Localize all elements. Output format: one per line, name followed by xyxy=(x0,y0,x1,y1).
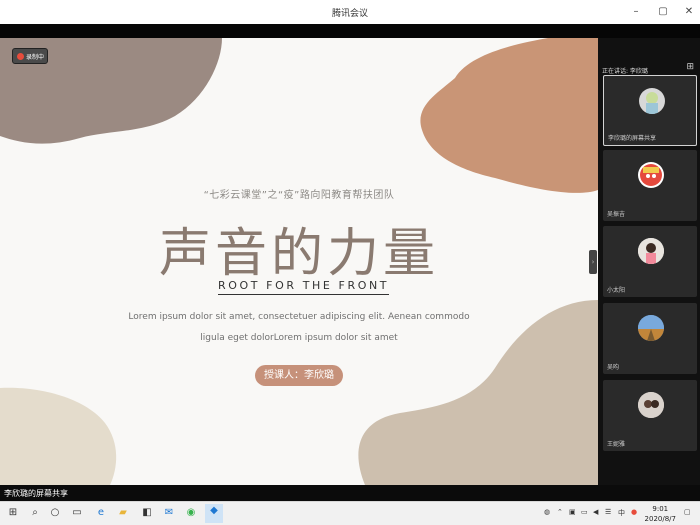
avatar xyxy=(638,315,664,341)
battery-icon[interactable]: ▭ xyxy=(581,508,588,516)
slide-tagline: ROOT FOR THE FRONT xyxy=(218,279,390,295)
slide-body-line-2: ligula eget dolorLorem ipsum dolor sit a… xyxy=(200,333,398,343)
blob-bottom-right xyxy=(358,300,598,485)
volume-icon[interactable]: ◀ xyxy=(593,508,598,516)
file-explorer-icon[interactable]: ▰ xyxy=(116,506,130,520)
taskbar: ⊞ ⌕ ○ ▭ e ▰ ◧ ✉ ◉ ◆ ◍ ⌃ ▣ ▭ ◀ ☰ 中 ● 9:01… xyxy=(0,501,700,525)
recording-label: 录制中 xyxy=(26,54,45,61)
clock-time: 9:01 xyxy=(652,505,669,513)
browser-icon[interactable]: ◉ xyxy=(184,506,198,520)
chevron-up-icon[interactable]: ⌃ xyxy=(557,508,563,516)
task-view-icon[interactable]: ▭ xyxy=(70,506,84,520)
slide-subtitle: “七彩云课堂”之“疫”路向阳教育帮扶团队 xyxy=(203,190,395,201)
minimize-button[interactable]: – xyxy=(625,0,647,24)
blob-bottom-left xyxy=(0,387,117,485)
ime-indicator[interactable]: 中 xyxy=(618,508,625,518)
close-button[interactable]: ✕ xyxy=(678,0,700,24)
avatar xyxy=(638,238,664,264)
teacher-badge: 授课人：李欣璐 xyxy=(255,365,343,386)
grid-view-icon[interactable]: ⊞ xyxy=(686,62,694,72)
store-icon[interactable]: ◧ xyxy=(140,506,154,520)
tray-app-icon[interactable]: ◍ xyxy=(544,508,550,516)
slide-headline: 声音的力量 xyxy=(158,224,439,284)
participant-tile[interactable]: 李欣璐的屏幕共享 xyxy=(603,75,697,146)
participant-tile[interactable]: 吴昀 xyxy=(603,303,697,374)
avatar xyxy=(639,88,665,114)
collapse-panel-button[interactable]: › xyxy=(589,250,597,274)
participant-name: 吴昀 xyxy=(607,364,620,371)
clock-date: 2020/8/7 xyxy=(644,515,676,523)
meeting-top-bar xyxy=(0,24,700,38)
blob-top-right xyxy=(420,38,598,193)
recording-indicator[interactable]: 录制中 xyxy=(12,48,48,64)
speaking-indicator: 正在讲话: 李欣璐 xyxy=(602,68,648,75)
system-clock[interactable]: 9:01 2020/8/7 xyxy=(645,504,676,524)
maximize-button[interactable]: ▢ xyxy=(652,0,674,24)
notification-icon[interactable]: ▢ xyxy=(684,508,691,516)
windows-icon[interactable]: ⊞ xyxy=(6,506,20,520)
tencent-meeting-icon[interactable]: ◆ xyxy=(205,504,223,523)
tray-app-icon[interactable]: ▣ xyxy=(569,508,576,516)
participant-name: 李欣璐的屏幕共享 xyxy=(608,135,657,142)
participant-name: 王妮雅 xyxy=(607,441,626,448)
avatar xyxy=(638,392,664,418)
participant-name: 吴振吉 xyxy=(607,211,626,218)
participant-tile[interactable]: 小太阳 xyxy=(603,226,697,297)
slide-body-line-1: Lorem ipsum dolor sit amet, consectetuer… xyxy=(128,312,470,322)
participant-tile[interactable]: 吴振吉 xyxy=(603,150,697,221)
network-icon[interactable]: ☰ xyxy=(605,508,611,516)
window-title: 腾讯会议 xyxy=(331,9,368,19)
participant-name: 小太阳 xyxy=(607,287,626,294)
tray-app-icon[interactable]: ● xyxy=(631,508,637,516)
window-titlebar: 腾讯会议 – ▢ ✕ xyxy=(0,0,700,24)
screen-share-bar: 李欣璐的屏幕共享 xyxy=(0,485,700,501)
search-icon[interactable]: ⌕ xyxy=(28,506,42,520)
screen-share-label: 李欣璐的屏幕共享 xyxy=(4,489,68,498)
participant-tile[interactable]: 王妮雅 xyxy=(603,380,697,451)
avatar xyxy=(638,162,664,188)
edge-icon[interactable]: e xyxy=(94,506,108,520)
shared-screen: 录制中 “七彩云课堂”之“疫”路向阳教育帮扶团队 声音的力量 ROOT FOR … xyxy=(0,38,598,485)
mail-icon[interactable]: ✉ xyxy=(162,506,176,520)
record-dot-icon xyxy=(17,53,24,60)
cortana-icon[interactable]: ○ xyxy=(48,506,62,520)
